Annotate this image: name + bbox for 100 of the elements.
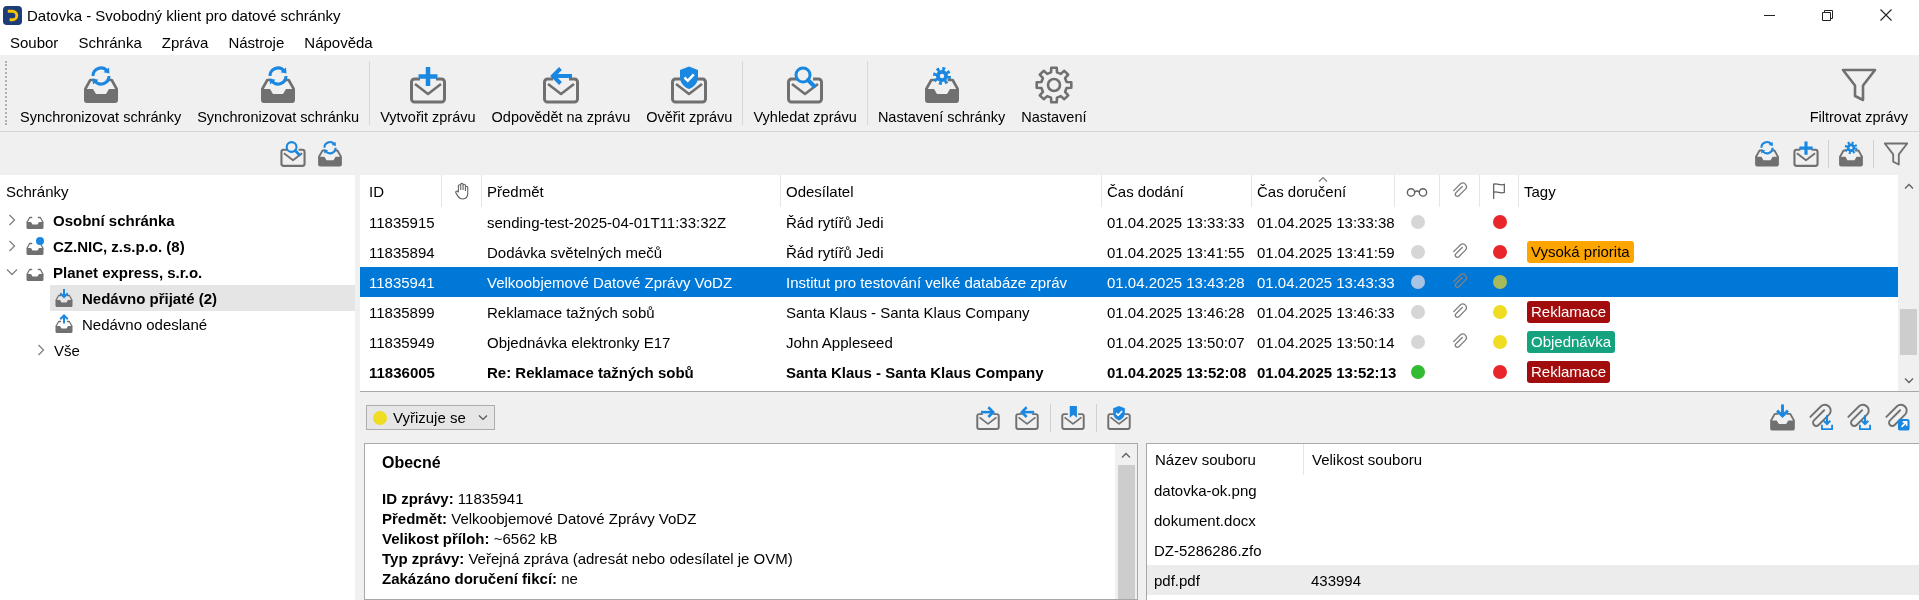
message-id: 11835949 <box>369 333 435 351</box>
info-line: Předmět: Velkoobjemové Datové Zprávy VoDZ <box>382 509 697 529</box>
column-header[interactable]: Tagy <box>1519 175 1898 207</box>
acceptance-time: 01.04.2025 13:50:14 <box>1257 333 1395 351</box>
restore-icon[interactable] <box>1822 9 1833 21</box>
envelope-left-arrow-icon <box>540 65 581 105</box>
eyeglasses-icon[interactable] <box>1406 185 1428 197</box>
app-logo-icon <box>3 5 22 25</box>
attachment-row[interactable]: datovka-ok.png <box>1147 475 1919 505</box>
delivery-time: 01.04.2025 13:52:08 <box>1107 363 1247 381</box>
scrollbar-track[interactable] <box>1115 444 1137 599</box>
inbox-gear-icon[interactable] <box>1837 139 1865 168</box>
minimize-icon[interactable] <box>1764 14 1775 16</box>
envelope-search-icon <box>785 65 826 105</box>
tag: Vysoká priorita <box>1527 241 1634 263</box>
menu-item[interactable]: Zpráva <box>151 32 219 53</box>
tree-item[interactable]: Vše <box>50 337 355 363</box>
menu-item[interactable]: Soubor <box>0 32 69 53</box>
envelope-plus-icon <box>407 65 448 105</box>
attachment-row[interactable]: dokument.docx <box>1147 505 1919 535</box>
caret-down-icon <box>478 414 488 421</box>
message-subject: Velkoobjemové Datové Zprávy VoDZ <box>487 273 733 291</box>
tree-item[interactable]: Nedávno přijaté (2) <box>50 285 355 311</box>
column-header[interactable]: Čas doručení <box>1252 175 1395 207</box>
inbox-refresh-icon[interactable] <box>316 139 344 168</box>
menu-item[interactable]: Nástroje <box>218 32 295 53</box>
message-row[interactable]: 11835949 Objednávka elektronky E17 John Appleseed 01.04.2025 13:50:07 01.04.2025 13:50:14 Objednávka <box>360 327 1898 357</box>
file-name: pdf.pdf <box>1154 571 1200 589</box>
envelope-bookmark-icon[interactable] <box>1060 404 1086 431</box>
message-subject: Reklamace tažných sobů <box>487 303 655 321</box>
close-icon[interactable] <box>1880 9 1892 21</box>
tree-header: Schránky <box>6 182 69 200</box>
acceptance-time: 01.04.2025 13:43:33 <box>1257 273 1395 291</box>
tree-item[interactable]: Osobní schránka <box>21 207 355 233</box>
hand-icon[interactable] <box>452 182 471 200</box>
chevron-down-icon[interactable] <box>6 268 18 276</box>
chevron-right-icon[interactable] <box>8 214 16 226</box>
toolbar-button[interactable]: Ověřit zprávu <box>638 55 741 131</box>
paperclip-icon[interactable] <box>1450 182 1469 200</box>
sender-name: Santa Klaus - Santa Klaus Company <box>786 303 1030 321</box>
toolbar-button[interactable]: Synchronizovat schránky <box>12 55 190 131</box>
message-id: 11835941 <box>369 273 435 291</box>
envelope-right-arrow-icon[interactable] <box>975 404 1001 431</box>
inbox-down-arrow-icon[interactable] <box>1768 403 1797 432</box>
message-row[interactable]: 11835894 Dodávka světelných mečů Řád rytířů Jedi 01.04.2025 13:41:55 01.04.2025 13:41:59 Vysoká priorita <box>360 237 1898 267</box>
scrollbar-thumb[interactable] <box>1117 465 1135 599</box>
info-line: ID zprávy: 11835941 <box>382 489 524 509</box>
tree-item[interactable]: Nedávno odeslané <box>50 311 355 337</box>
tree-item[interactable]: Planet express, s.r.o. <box>21 259 355 285</box>
inbox-refresh-icon[interactable] <box>1753 139 1781 168</box>
sender-name: Řád rytířů Jedi <box>786 243 884 261</box>
attachment-row[interactable]: pdf.pdf 433994 <box>1147 565 1919 595</box>
toolbar-button[interactable]: Vytvořit zprávu <box>372 55 484 131</box>
toolbar-button[interactable]: Nastavení <box>1013 55 1095 131</box>
flag-icon[interactable] <box>1491 182 1507 200</box>
toolbar-button[interactable]: Odpovědět na zprávu <box>483 55 639 131</box>
toolbar-button[interactable]: Nastavení schránky <box>869 55 1014 131</box>
acceptance-time: 01.04.2025 13:46:33 <box>1257 303 1395 321</box>
column-header[interactable]: ID <box>360 175 442 207</box>
column-header[interactable]: Název souboru <box>1155 451 1256 468</box>
toolbar-button[interactable]: Vyhledat zprávu <box>745 55 865 131</box>
file-name: dokument.docx <box>1154 511 1256 529</box>
column-header[interactable]: Čas dodání <box>1102 175 1252 207</box>
acceptance-time: 01.04.2025 13:52:13 <box>1257 363 1397 381</box>
envelope-shield-icon[interactable] <box>1106 404 1132 431</box>
column-header[interactable]: Velikost souboru <box>1312 451 1423 468</box>
tag: Objednávka <box>1527 331 1616 353</box>
settings-icon <box>1033 65 1074 105</box>
scrollbar-thumb[interactable] <box>1900 309 1917 355</box>
delivery-time: 01.04.2025 13:43:28 <box>1107 273 1245 291</box>
envelope-search-icon[interactable] <box>279 139 307 168</box>
inbox-up-arrow-icon <box>54 314 74 334</box>
tree-item[interactable]: CZ.NIC, z.s.p.o. (8) <box>21 233 355 259</box>
message-row[interactable]: 11835941 Velkoobjemové Datové Zprávy VoDZ Institut pro testování velké databáze zpráv 01.04.2025 13:43:28 01.04.2025 13:43:33 <box>360 267 1898 297</box>
column-header[interactable]: Předmět <box>482 175 781 207</box>
attachment-row[interactable]: DZ-5286286.zfo <box>1147 535 1919 565</box>
message-row[interactable]: 11835915 sending-test-2025-04-01T11:33:32Z Řád rytířů Jedi 01.04.2025 13:33:33 01.04.2025 13:33:38 <box>360 207 1898 237</box>
menu-item[interactable]: Nápověda <box>294 32 383 53</box>
status-dropdown[interactable]: Vyřizuje se <box>366 405 495 430</box>
column-header[interactable]: Odesílatel <box>781 175 1102 207</box>
toolbar-button[interactable]: Synchronizovat schránku <box>189 55 368 131</box>
envelope-plus-icon[interactable] <box>1792 139 1820 168</box>
delivery-time: 01.04.2025 13:50:07 <box>1107 333 1245 351</box>
chevron-right-icon[interactable] <box>37 344 45 356</box>
envelope-left-arrow-icon[interactable] <box>1014 404 1040 431</box>
file-name: datovka-ok.png <box>1154 481 1257 499</box>
file-name: DZ-5286286.zfo <box>1154 541 1262 559</box>
section-title: Obecné <box>382 453 441 473</box>
menu-item[interactable]: Schránka <box>68 32 152 53</box>
message-row[interactable]: 11835899 Reklamace tažných sobů Santa Klaus - Santa Klaus Company 01.04.2025 13:46:28 01.04.2025 13:46:33 Reklamace <box>360 297 1898 327</box>
sender-name: Santa Klaus - Santa Klaus Company <box>786 363 1044 381</box>
scrollbar-track[interactable] <box>1898 175 1919 391</box>
sender-name: Institut pro testování velké databáze zpráv <box>786 273 1067 291</box>
message-row[interactable]: 11836005 Re: Reklamace tažných sobů Santa Klaus - Santa Klaus Company 01.04.2025 13:52:08 01.04.2025 13:52:13 Reklamace <box>360 357 1898 387</box>
delivery-time: 01.04.2025 13:33:33 <box>1107 213 1245 231</box>
toolbar-button[interactable]: Filtrovat zprávy <box>1801 55 1919 131</box>
message-subject: Dodávka světelných mečů <box>487 243 663 261</box>
chevron-right-icon[interactable] <box>8 240 16 252</box>
message-id: 11835894 <box>369 243 435 261</box>
message-subject: sending-test-2025-04-01T11:33:32Z <box>487 213 727 231</box>
